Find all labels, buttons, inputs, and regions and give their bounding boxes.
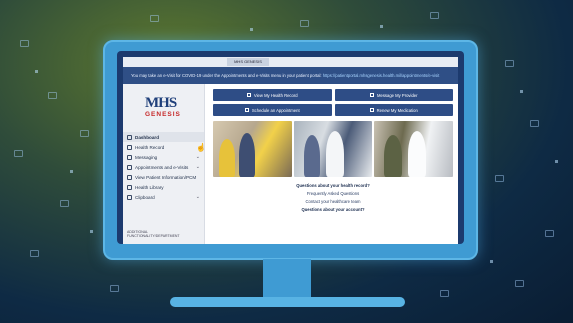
button-label: Schedule an Appointment <box>251 107 300 113</box>
record-icon <box>127 144 132 150</box>
sidebar-item-appointments[interactable]: Appointments and e-Visits ⌄ <box>123 162 204 172</box>
sidebar-item-health-library[interactable]: Health Library <box>123 182 204 192</box>
mhs-genesis-logo: MHS GENESIS <box>145 96 189 123</box>
mail-icon <box>505 60 514 67</box>
photo-strip <box>213 121 454 177</box>
renew-medication-button[interactable]: Renew My Medication <box>334 104 453 116</box>
mail-icon <box>515 280 524 287</box>
faq-link[interactable]: Frequently Asked Questions <box>213 190 453 198</box>
sidebar-item-label: Health Record <box>135 144 165 150</box>
chevron-down-icon: ⌄ <box>195 194 200 200</box>
monitor-base <box>170 297 405 307</box>
monitor-neck <box>263 259 311 299</box>
help-section: Questions about your health record? Freq… <box>213 182 453 214</box>
mail-icon <box>110 285 119 292</box>
calendar-icon <box>127 164 132 170</box>
pill-icon <box>369 108 374 112</box>
hand-cursor-icon: ☝ <box>196 143 206 152</box>
mail-icon <box>545 230 554 237</box>
clipboard-icon <box>127 194 132 200</box>
home-icon <box>127 134 132 140</box>
mail-icon <box>80 130 89 137</box>
mail-icon <box>495 175 504 182</box>
message-provider-button[interactable]: Message My Provider <box>334 89 453 101</box>
sidebar: MHS GENESIS Dashboard Health Record ☝ Me… <box>123 84 206 244</box>
patient-portal-window: MHS GENESIS You may take an e-Visit for … <box>123 57 458 244</box>
sidebar-item-label: Dashboard <box>135 134 159 140</box>
sidebar-item-label: View Patient Information/PCM <box>135 174 197 180</box>
button-label: Message My Provider <box>377 92 418 98</box>
banner-text: You may take an e-Visit for COVID-19 und… <box>131 73 322 78</box>
mail-icon <box>30 250 39 257</box>
envelope-icon <box>370 93 374 97</box>
mail-icon <box>440 290 449 297</box>
sidebar-item-label: Messaging <box>135 154 158 160</box>
health-record-question: Questions about your health record? <box>296 183 370 188</box>
document-icon <box>246 93 251 97</box>
mail-icon <box>150 15 159 22</box>
mail-icon <box>48 92 57 99</box>
schedule-appointment-button[interactable]: Schedule an Appointment <box>213 104 332 116</box>
button-label: Renew My Medication <box>376 107 418 113</box>
photo-doctor-visit <box>293 121 373 177</box>
mail-icon <box>60 200 69 207</box>
logo-mhs-text: MHS <box>145 95 177 111</box>
mail-icon <box>530 120 539 127</box>
sidebar-item-dashboard[interactable]: Dashboard <box>123 132 204 142</box>
account-question: Questions about your account? <box>301 207 365 212</box>
message-icon <box>127 154 132 160</box>
sidebar-item-clipboard[interactable]: Clipboard ⌄ <box>123 192 204 202</box>
sidebar-nav: Dashboard Health Record ☝ Messaging ⌄ Ap… <box>123 132 206 202</box>
sidebar-item-label: Appointments and e-Visits <box>135 164 189 170</box>
mail-icon <box>300 20 309 27</box>
mail-icon <box>14 150 23 157</box>
view-health-record-button[interactable]: View My Health Record <box>213 89 332 101</box>
window-top-bar: MHS GENESIS <box>123 57 458 67</box>
sidebar-item-patient-info[interactable]: View Patient Information/PCM <box>123 172 204 182</box>
sidebar-bottom-text[interactable]: ADDITIONAL FUNCTIONALITY/DEPARTMENT <box>127 230 201 238</box>
logo-genesis-text: GENESIS <box>145 111 181 118</box>
photo-patient-consultation <box>213 121 292 177</box>
photo-service-member-exam <box>374 121 454 177</box>
calendar-icon <box>244 108 249 112</box>
monitor: MHS GENESIS You may take an e-Visit for … <box>103 40 478 260</box>
mail-icon <box>430 12 439 19</box>
sidebar-item-health-record[interactable]: Health Record ☝ <box>123 142 206 152</box>
sidebar-item-label: Clipboard <box>135 194 155 200</box>
book-icon <box>127 184 132 190</box>
sidebar-item-label: Health Library <box>135 184 164 190</box>
button-label: View My Health Record <box>253 92 298 98</box>
sidebar-item-messaging[interactable]: Messaging ⌄ <box>123 152 204 162</box>
main-content: View My Health Record Message My Provide… <box>205 84 458 244</box>
banner-link[interactable]: https://patientportal.mhsgenesis.health.… <box>323 73 440 78</box>
browser-tab[interactable]: MHS GENESIS <box>227 58 269 66</box>
person-icon <box>127 174 132 180</box>
chevron-down-icon: ⌄ <box>195 154 200 160</box>
chevron-down-icon: ⌄ <box>195 164 200 170</box>
covid-banner: You may take an e-Visit for COVID-19 und… <box>123 67 458 84</box>
contact-team-link[interactable]: Contact your healthcare team <box>213 198 453 206</box>
action-buttons: View My Health Record Message My Provide… <box>213 89 453 116</box>
monitor-screen: MHS GENESIS You may take an e-Visit for … <box>117 51 464 244</box>
mail-icon <box>20 40 29 47</box>
